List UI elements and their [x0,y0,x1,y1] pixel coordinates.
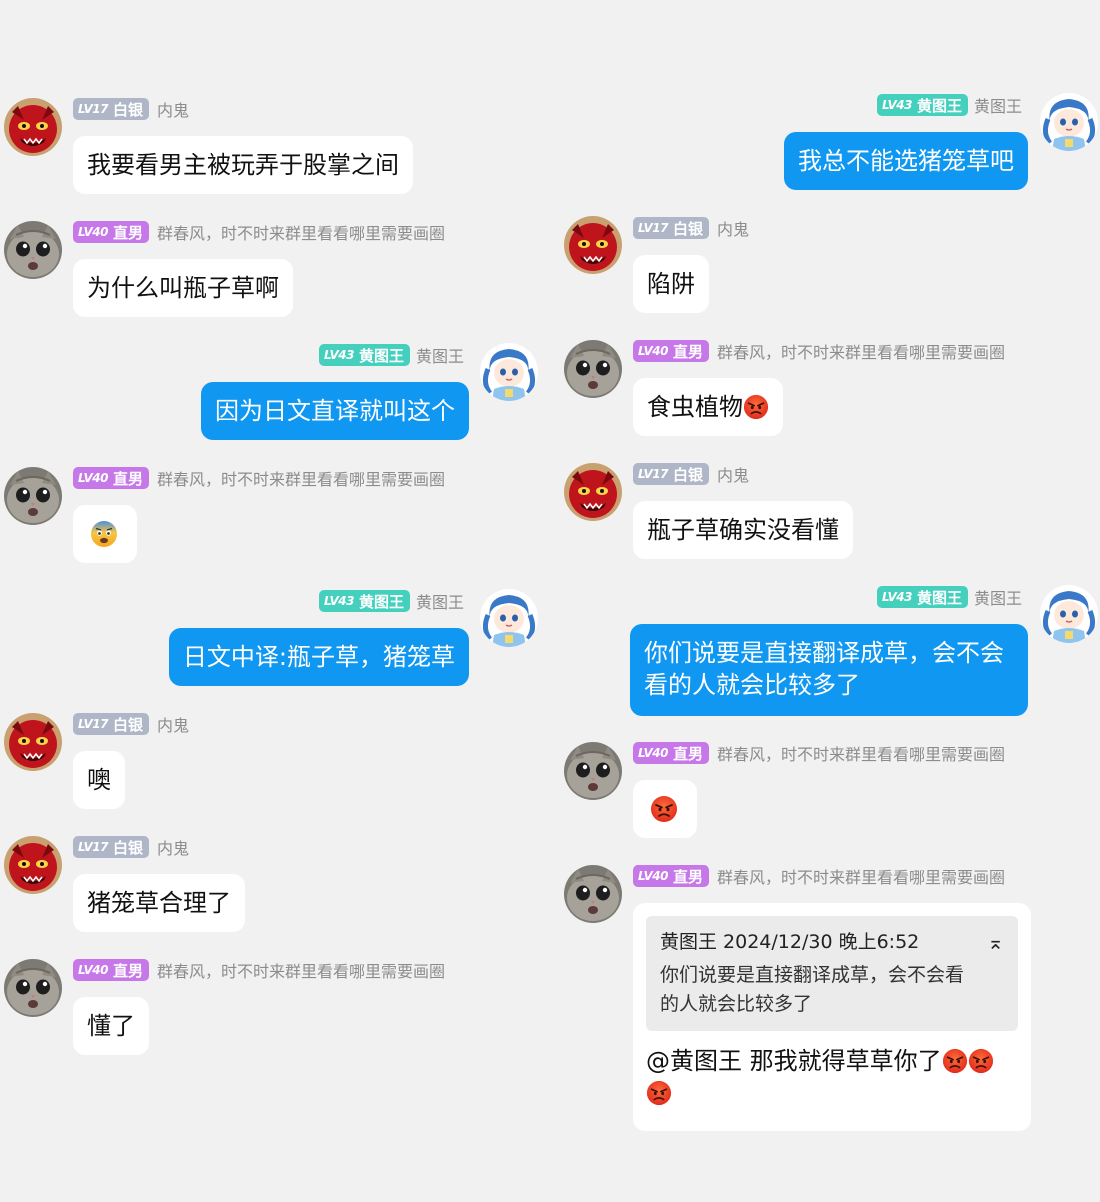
quote-header: 黄图王 2024/12/30 晚上6:52 ⌅ [660,928,1004,957]
quote-line: 的人就会比较多了 [660,993,813,1015]
message-bubble[interactable]: 陷阱 [633,255,709,313]
sender-meta: LV40 直男 群春风，时不时来群里看看哪里需要画圈 [73,220,445,244]
sender-name: 群春风，时不时来群里看看哪里需要画圈 [157,224,446,243]
sender-meta: LV40 直男 群春风，时不时来群里看看哪里需要画圈 [73,958,445,982]
message-bubble[interactable]: 懂了 [73,997,149,1055]
sender-name: 内鬼 [717,220,750,239]
quote-arrow-icon: ⌅ [987,930,1004,954]
sender-meta: LV17 白银 内鬼 [73,712,189,736]
sender-meta: LV40 直男 群春风，时不时来群里看看哪里需要画圈 [633,339,1005,363]
sender-meta: LV43 黄图王 黄图王 [876,585,1022,609]
reply-content: @黄图王 那我就得草草你了 [646,1045,1018,1109]
level-badge: LV40 直男 [73,959,149,981]
level-badge: LV40 直男 [633,340,709,362]
message-bubble[interactable] [633,780,697,838]
anime-avatar-icon[interactable] [1040,93,1098,151]
angry-face-icon [646,1080,672,1106]
level-badge: LV40 直男 [73,221,149,243]
cat-avatar-icon[interactable] [564,742,622,800]
message-bubble[interactable]: 因为日文直译就叫这个 [201,382,469,440]
red-demon-avatar-icon[interactable] [4,836,62,894]
sender-name: 群春风，时不时来群里看看哪里需要画圈 [157,962,446,981]
level-badge: LV17 白银 [73,98,149,120]
level-badge: LV43 黄图王 [318,344,410,366]
cat-avatar-icon[interactable] [4,467,62,525]
level-badge: LV40 直男 [73,467,149,489]
message-bubble[interactable]: 黄图王 2024/12/30 晚上6:52 ⌅ 你们说要是直接翻译成草，会不会看… [633,903,1031,1131]
red-demon-avatar-icon[interactable] [564,216,622,274]
quoted-message[interactable]: 黄图王 2024/12/30 晚上6:52 ⌅ 你们说要是直接翻译成草，会不会看… [646,916,1018,1031]
level-badge: LV17 白银 [73,713,149,735]
level-badge: LV17 白银 [633,463,709,485]
level-badge: LV43 黄图王 [876,586,968,608]
message-text: 食虫植物 [647,393,743,421]
message-bubble[interactable]: 日文中译:瓶子草，猪笼草 [168,628,469,686]
quote-author-time: 黄图王 2024/12/30 晚上6:52 [660,931,920,953]
message-bubble[interactable]: 我总不能选猪笼草吧 [784,132,1028,190]
cat-avatar-icon[interactable] [4,959,62,1017]
anime-avatar-icon[interactable] [1040,585,1098,643]
cat-avatar-icon[interactable] [564,865,622,923]
anime-avatar-icon[interactable] [480,589,538,647]
fearful-face-icon [90,520,118,548]
quote-line: 你们说要是直接翻译成草，会不会看 [660,964,965,986]
sender-name: 群春风，时不时来群里看看哪里需要画圈 [717,868,1006,887]
cat-avatar-icon[interactable] [564,340,622,398]
message-bubble[interactable]: 猪笼草合理了 [73,874,245,932]
angry-face-icon [968,1048,994,1074]
red-demon-avatar-icon[interactable] [4,713,62,771]
level-badge: LV43 黄图王 [318,590,410,612]
sender-meta: LV43 黄图王 黄图王 [318,589,464,613]
message-bubble[interactable]: 我要看男主被玩弄于股掌之间 [73,136,413,194]
sender-name: 群春风，时不时来群里看看哪里需要画圈 [717,343,1006,362]
red-demon-avatar-icon[interactable] [4,98,62,156]
message-line: 你们说要是直接翻译成草，会不会 [644,639,1004,667]
sender-meta: LV40 直男 群春风，时不时来群里看看哪里需要画圈 [633,741,1005,765]
sender-name: 内鬼 [717,466,750,485]
sender-meta: LV43 黄图王 黄图王 [318,343,464,367]
message-bubble[interactable]: 为什么叫瓶子草啊 [73,259,293,317]
chat-column-right: LV43 黄图王 黄图王 我总不能选猪笼草吧 LV17 白银 内鬼 陷阱 LV40 直… [550,0,1100,1202]
angry-face-icon [942,1048,968,1074]
sender-name: 内鬼 [157,716,190,735]
message-bubble[interactable]: 食虫植物 [633,378,783,436]
sender-meta: LV40 直男 群春风，时不时来群里看看哪里需要画圈 [633,864,1005,888]
level-badge: LV40 直男 [633,865,709,887]
message-bubble[interactable]: 瓶子草确实没看懂 [633,501,853,559]
sender-meta: LV40 直男 群春风，时不时来群里看看哪里需要画圈 [73,466,445,490]
message-line: 看的人就会比较多了 [644,671,860,699]
angry-face-icon [743,394,769,420]
message-bubble[interactable]: 你们说要是直接翻译成草，会不会 看的人就会比较多了 [630,624,1028,716]
sender-meta: LV43 黄图王 黄图王 [876,93,1022,117]
cat-avatar-icon[interactable] [4,221,62,279]
reply-text: @黄图王 那我就得草草你了 [646,1047,942,1075]
message-bubble[interactable]: 噢 [73,751,125,809]
angry-face-icon [650,795,678,823]
sender-name: 内鬼 [157,101,190,120]
sender-meta: LV17 白银 内鬼 [73,97,189,121]
level-badge: LV17 白银 [73,836,149,858]
level-badge: LV40 直男 [633,742,709,764]
sender-meta: LV17 白银 内鬼 [633,216,749,240]
sender-name: 黄图王 [415,593,464,612]
sender-name: 黄图王 [415,347,464,366]
sender-name: 黄图王 [973,589,1022,608]
sender-name: 内鬼 [157,839,190,858]
sender-name: 黄图王 [973,97,1022,116]
sender-name: 群春风，时不时来群里看看哪里需要画圈 [157,470,446,489]
sender-meta: LV17 白银 内鬼 [73,835,189,859]
sender-name: 群春风，时不时来群里看看哪里需要画圈 [717,745,1006,764]
anime-avatar-icon[interactable] [480,343,538,401]
sender-meta: LV17 白银 内鬼 [633,462,749,486]
level-badge: LV17 白银 [633,217,709,239]
level-badge: LV43 黄图王 [876,94,968,116]
chat-column-left: LV17 白银 内鬼 我要看男主被玩弄于股掌之间 LV40 直男 群春风，时不时来群… [0,0,550,1202]
message-bubble[interactable] [73,505,137,563]
red-demon-avatar-icon[interactable] [564,463,622,521]
